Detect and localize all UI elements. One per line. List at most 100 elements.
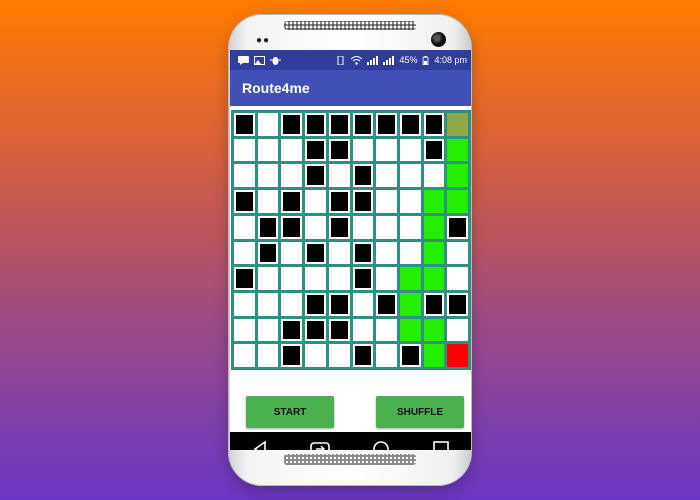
grid-cell-path[interactable] [423,190,445,213]
grid-cell-obstacle[interactable] [234,267,255,290]
grid-cell-empty[interactable] [257,267,279,290]
grid-cell-obstacle[interactable] [328,215,350,239]
grid-cell-obstacle[interactable] [281,215,303,239]
grid-cell-empty[interactable] [376,190,397,213]
grid-cell-empty[interactable] [376,215,397,239]
grid-cell-empty[interactable] [352,138,374,162]
grid-cell-empty[interactable] [376,344,397,367]
grid-cell-empty[interactable] [281,267,303,290]
grid-cell-empty[interactable] [352,215,374,239]
grid-cell-empty[interactable] [305,344,326,367]
back-icon[interactable] [246,438,274,450]
grid-cell-obstacle[interactable] [305,318,326,342]
grid-cell-obstacle[interactable] [305,138,326,162]
grid-cell-obstacle[interactable] [305,241,326,265]
grid-cell-empty[interactable] [352,318,374,342]
grid-cell-empty[interactable] [376,164,397,188]
grid-cell-path[interactable] [423,344,445,367]
grid-cell-empty[interactable] [305,190,326,213]
grid-cell-empty[interactable] [234,138,255,162]
grid-cell-obstacle[interactable] [376,292,397,316]
grid-cell-empty[interactable] [257,164,279,188]
grid-cell-empty[interactable] [328,267,350,290]
grid-cell-empty[interactable] [257,138,279,162]
shuffle-button[interactable]: SHUFFLE [376,396,464,428]
grid-cell-obstacle[interactable] [423,138,445,162]
grid-cell-path[interactable] [447,138,468,162]
overview-icon[interactable] [427,438,455,450]
grid-cell-empty[interactable] [257,190,279,213]
grid-cell-empty[interactable] [399,164,421,188]
grid-cell-obstacle[interactable] [352,164,374,188]
grid-cell-obstacle[interactable] [447,292,468,316]
grid-cell-obstacle[interactable] [328,292,350,316]
grid-cell-obstacle[interactable] [305,164,326,188]
grid-cell-empty[interactable] [305,267,326,290]
grid-cell-empty[interactable] [257,292,279,316]
grid-cell-obstacle[interactable] [423,292,445,316]
grid-cell-obstacle[interactable] [281,190,303,213]
recent-apps-icon[interactable] [306,438,334,450]
grid-cell-empty[interactable] [257,344,279,367]
grid-cell-path[interactable] [447,164,468,188]
grid-cell-empty[interactable] [423,164,445,188]
grid-cell-empty[interactable] [399,138,421,162]
grid-cell-obstacle[interactable] [376,113,397,136]
grid-cell-empty[interactable] [305,215,326,239]
grid-cell-empty[interactable] [399,215,421,239]
grid-cell-goal[interactable] [447,344,468,367]
grid-cell-obstacle[interactable] [328,190,350,213]
grid-cell-obstacle[interactable] [257,215,279,239]
grid-cell-obstacle[interactable] [328,113,350,136]
grid-cell-empty[interactable] [399,241,421,265]
grid-cell-empty[interactable] [257,318,279,342]
grid-cell-start[interactable] [447,113,468,136]
grid-cell-empty[interactable] [376,267,397,290]
start-button[interactable]: START [246,396,334,428]
grid-cell-obstacle[interactable] [399,344,421,367]
grid-cell-obstacle[interactable] [352,241,374,265]
grid-cell-empty[interactable] [257,113,279,136]
grid-cell-obstacle[interactable] [257,241,279,265]
grid-cell-path[interactable] [399,318,421,342]
grid-cell-path[interactable] [399,267,421,290]
grid-cell-empty[interactable] [328,241,350,265]
grid-cell-empty[interactable] [234,344,255,367]
grid-cell-obstacle[interactable] [328,138,350,162]
grid-cell-empty[interactable] [281,164,303,188]
grid-cell-empty[interactable] [234,292,255,316]
grid-cell-path[interactable] [423,241,445,265]
grid-cell-path[interactable] [399,292,421,316]
grid-cell-obstacle[interactable] [328,318,350,342]
grid-cell-obstacle[interactable] [305,292,326,316]
grid-cell-obstacle[interactable] [399,113,421,136]
grid-cell-obstacle[interactable] [352,113,374,136]
grid-cell-path[interactable] [447,190,468,213]
grid-cell-obstacle[interactable] [281,113,303,136]
grid-cell-path[interactable] [423,267,445,290]
grid-cell-obstacle[interactable] [352,190,374,213]
home-icon[interactable] [367,438,395,450]
grid-cell-obstacle[interactable] [423,113,445,136]
grid-cell-empty[interactable] [447,241,468,265]
grid-cell-obstacle[interactable] [281,344,303,367]
grid-cell-obstacle[interactable] [234,190,255,213]
grid-cell-obstacle[interactable] [352,267,374,290]
grid-cell-empty[interactable] [234,241,255,265]
grid-cell-empty[interactable] [399,190,421,213]
grid-cell-path[interactable] [423,215,445,239]
grid-cell-obstacle[interactable] [305,113,326,136]
grid-cell-empty[interactable] [352,292,374,316]
grid-cell-empty[interactable] [376,241,397,265]
grid-cell-obstacle[interactable] [447,215,468,239]
grid-cell-empty[interactable] [376,138,397,162]
grid-cell-empty[interactable] [234,164,255,188]
grid-cell-empty[interactable] [447,267,468,290]
grid-cell-empty[interactable] [328,164,350,188]
grid-cell-empty[interactable] [447,318,468,342]
grid-cell-obstacle[interactable] [234,113,255,136]
grid-cell-path[interactable] [423,318,445,342]
grid-cell-empty[interactable] [328,344,350,367]
grid-cell-empty[interactable] [234,318,255,342]
grid-cell-obstacle[interactable] [281,318,303,342]
